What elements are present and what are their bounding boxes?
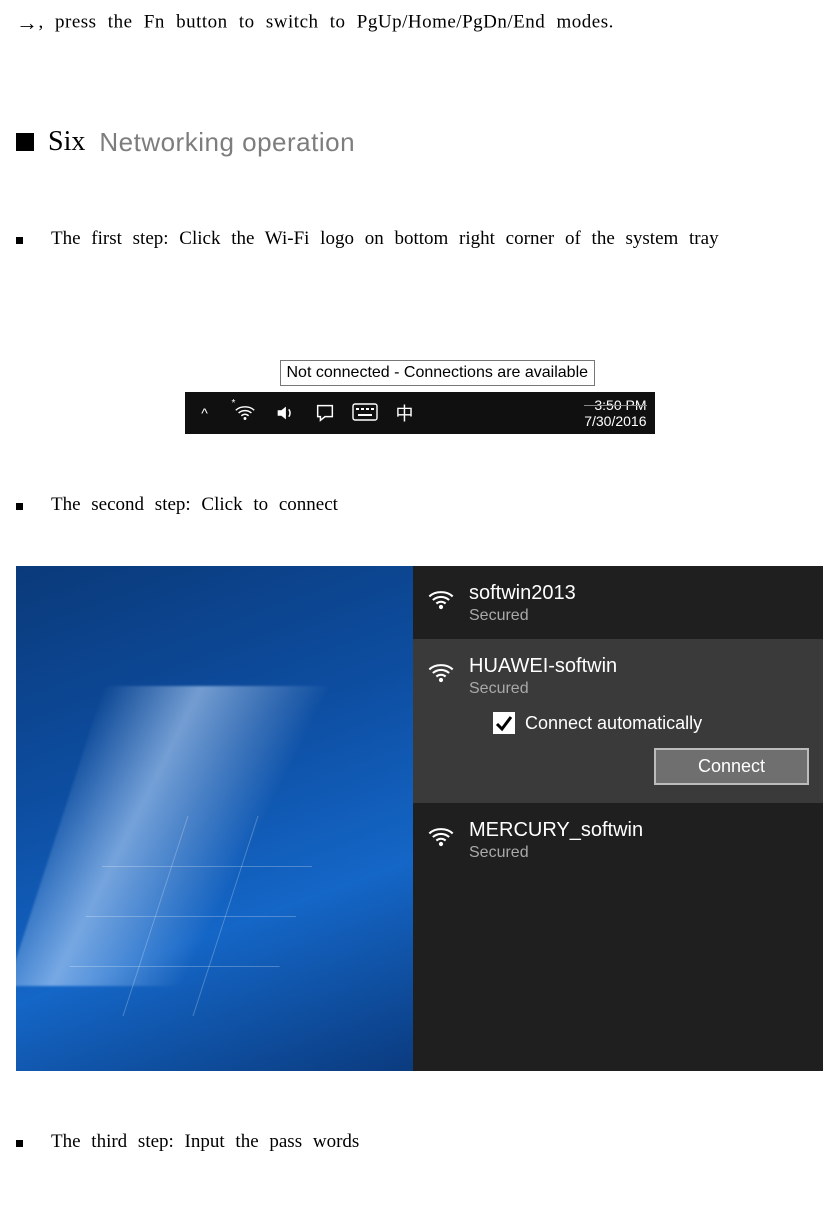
keyboard-icon	[352, 403, 378, 423]
tray-overflow-button[interactable]: ^	[185, 392, 225, 434]
wifi-panel-screenshot: softwin2013 Secured HUAWEI-softwin Secur…	[16, 566, 823, 1071]
screenshot-whitespace	[185, 300, 655, 360]
step-3: The third step: Input the pass words	[16, 1131, 823, 1153]
system-tray-screenshot: Not connected - Connections are availabl…	[185, 300, 655, 434]
network-item[interactable]: MERCURY_softwin Secured	[413, 803, 823, 876]
step-3-text: The third step: Input the pass words	[51, 1131, 359, 1153]
wifi-secured-icon	[427, 659, 455, 687]
network-item-selected[interactable]: HUAWEI-softwin Secured	[413, 639, 823, 712]
network-ssid: MERCURY_softwin	[469, 819, 643, 842]
intro-text: , press the Fn button to switch to PgUp/…	[39, 11, 614, 32]
clock-tray[interactable]: 3:50 PM 7/30/2016	[572, 395, 654, 431]
action-center-icon[interactable]	[305, 392, 345, 434]
chevron-up-icon: ^	[201, 405, 208, 421]
network-security: Secured	[469, 680, 617, 698]
step-2: The second step: Click to connect	[16, 494, 823, 516]
tray-date: 7/30/2016	[584, 413, 646, 429]
wifi-tray-icon[interactable]: *	[225, 392, 265, 434]
bullet-icon	[16, 503, 23, 510]
network-ssid: HUAWEI-softwin	[469, 655, 617, 678]
arrow-right-icon: →	[16, 10, 39, 36]
checkmark-icon	[494, 713, 514, 733]
wifi-secured-icon	[427, 586, 455, 614]
speaker-icon	[274, 402, 296, 424]
connect-automatically-row[interactable]: Connect automatically	[413, 712, 823, 734]
auto-connect-label: Connect automatically	[525, 713, 702, 734]
bullet-icon	[16, 1140, 23, 1147]
intro-fragment: →, press the Fn button to switch to PgUp…	[16, 10, 823, 36]
step-1: The first step: Click the Wi-Fi logo on …	[16, 228, 823, 250]
section-heading: Six Networking operation	[16, 126, 823, 158]
network-flyout: softwin2013 Secured HUAWEI-softwin Secur…	[413, 566, 823, 1071]
section-number: Six	[48, 126, 85, 158]
asterisk-icon: *	[232, 398, 236, 409]
volume-tray-icon[interactable]	[265, 392, 305, 434]
network-item[interactable]: softwin2013 Secured	[413, 566, 823, 639]
wifi-open-icon	[427, 823, 455, 851]
bullet-icon	[16, 237, 23, 244]
network-ssid: softwin2013	[469, 582, 576, 605]
notification-icon	[314, 402, 336, 424]
auto-connect-checkbox[interactable]	[493, 712, 515, 734]
connect-button[interactable]: Connect	[654, 748, 809, 785]
tray-time: 3:50 PM	[584, 397, 646, 413]
tooltip-row: Not connected - Connections are availabl…	[185, 360, 655, 392]
wifi-icon	[234, 402, 256, 424]
section-title: Networking operation	[99, 127, 355, 158]
wifi-tooltip: Not connected - Connections are availabl…	[280, 360, 596, 386]
step-1-text: The first step: Click the Wi-Fi logo on …	[51, 228, 719, 250]
network-security: Secured	[469, 607, 576, 625]
touch-keyboard-icon[interactable]	[345, 392, 385, 434]
connect-row: Connect	[413, 734, 823, 803]
step-2-text: The second step: Click to connect	[51, 494, 338, 516]
ime-indicator[interactable]: 中	[385, 392, 425, 434]
square-bullet-icon	[16, 133, 34, 151]
network-security: Secured	[469, 844, 643, 862]
document-page: →, press the Fn button to switch to PgUp…	[0, 10, 839, 1203]
windows-taskbar: ^ *	[185, 392, 655, 434]
